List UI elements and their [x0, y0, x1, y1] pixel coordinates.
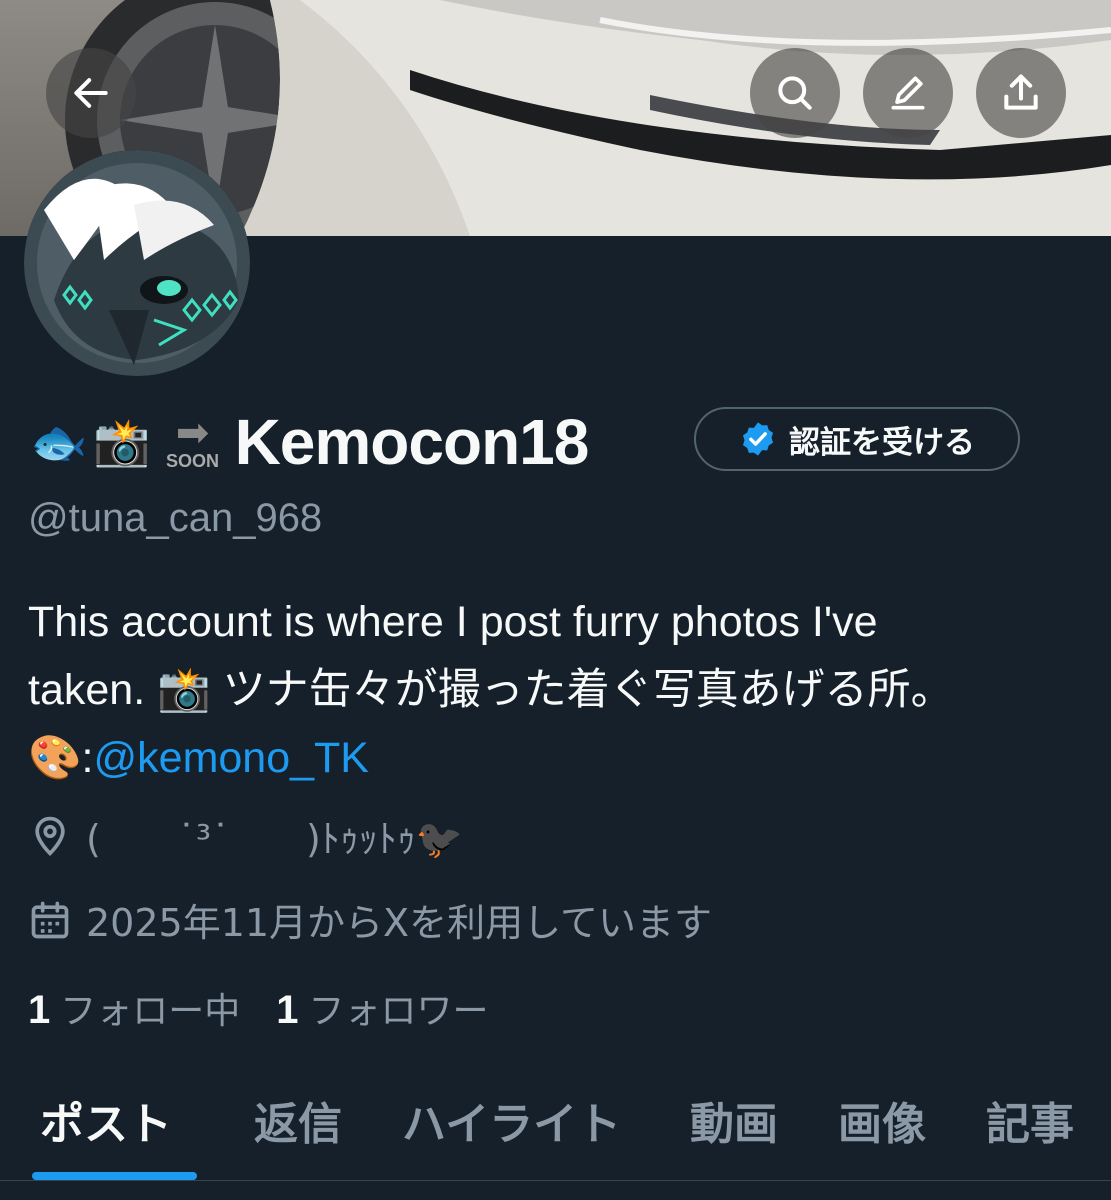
bio-line-3: 🎨:@kemono_TK — [28, 724, 1088, 792]
camera-flash-emoji: 📸 — [157, 666, 211, 714]
profile-tabs: ポスト 返信 ハイライト 動画 画像 記事 — [0, 1082, 1111, 1200]
avatar[interactable] — [24, 150, 250, 376]
search-button[interactable] — [750, 48, 840, 138]
location-row: ( ˙³˙ )ﾄｩｯﾄｩ🐦‍⬛ — [28, 808, 463, 863]
user-handle: @tuna_can_968 — [28, 496, 323, 540]
bio-mention-link[interactable]: @kemono_TK — [94, 734, 370, 782]
display-name-row: 🐟 📸 ➡ SOON Kemocon18 — [30, 402, 590, 482]
tabs-divider — [0, 1180, 1111, 1181]
tab-posts[interactable]: ポスト — [40, 1088, 172, 1152]
share-icon — [1004, 74, 1038, 110]
active-tab-indicator — [32, 1172, 197, 1180]
get-verified-label: 認証を受ける — [789, 424, 975, 461]
bio-colon: : — [81, 734, 94, 782]
following-link[interactable]: 1 フォロー中 — [28, 982, 240, 1034]
location-text: ( ˙³˙ )ﾄｩｯﾄｩ🐦‍⬛ — [86, 817, 464, 861]
bio-line-2: taken. 📸 ツナ缶々が撮った着ぐ写真あげる所。 — [28, 656, 1088, 724]
verified-badge-icon — [742, 422, 774, 456]
bio-text-jp: ツナ缶々が撮った着ぐ写真あげる所。 — [210, 666, 954, 714]
edit-button[interactable] — [863, 48, 953, 138]
follow-stats: 1 フォロー中 1 フォロワー — [28, 982, 489, 1034]
joined-date: 2025年11月からXを利用しています — [86, 901, 712, 945]
bio-text: taken. — [28, 666, 158, 714]
followers-link[interactable]: 1 フォロワー — [276, 982, 488, 1034]
get-verified-button[interactable]: 認証を受ける — [694, 407, 1020, 471]
palette-emoji: 🎨 — [28, 734, 82, 782]
tab-videos[interactable]: 動画 — [690, 1088, 778, 1152]
avatar-bird-image — [24, 150, 250, 376]
soon-arrow-emoji: ➡ SOON — [157, 410, 229, 474]
calendar-icon — [31, 901, 69, 938]
tab-replies[interactable]: 返信 — [254, 1088, 342, 1152]
bio-line-1: This account is where I post furry photo… — [28, 598, 878, 646]
tab-highlights[interactable]: ハイライト — [402, 1088, 621, 1152]
edit-icon — [891, 76, 925, 110]
joined-row: 2025年11月からXを利用しています — [28, 892, 712, 947]
followers-label: フォロワー — [308, 991, 489, 1032]
followers-count: 1 — [276, 988, 299, 1032]
soon-text: SOON — [166, 451, 220, 471]
fish-emoji: 🐟 — [30, 415, 88, 469]
tab-articles[interactable]: 記事 — [986, 1088, 1074, 1152]
soon-arrow-glyph: ➡ — [175, 410, 210, 456]
share-button[interactable] — [976, 48, 1066, 138]
arrow-left-icon — [74, 78, 108, 108]
following-count: 1 — [28, 988, 51, 1032]
display-name: Kemocon18 — [234, 406, 590, 478]
tab-images[interactable]: 画像 — [838, 1088, 926, 1152]
back-button[interactable] — [46, 48, 136, 138]
following-label: フォロー中 — [60, 991, 241, 1032]
search-icon — [778, 76, 812, 110]
location-pin-icon — [35, 816, 65, 856]
camera-flash-emoji: 📸 — [93, 415, 151, 469]
profile-bio: This account is where I post furry photo… — [28, 588, 1088, 792]
